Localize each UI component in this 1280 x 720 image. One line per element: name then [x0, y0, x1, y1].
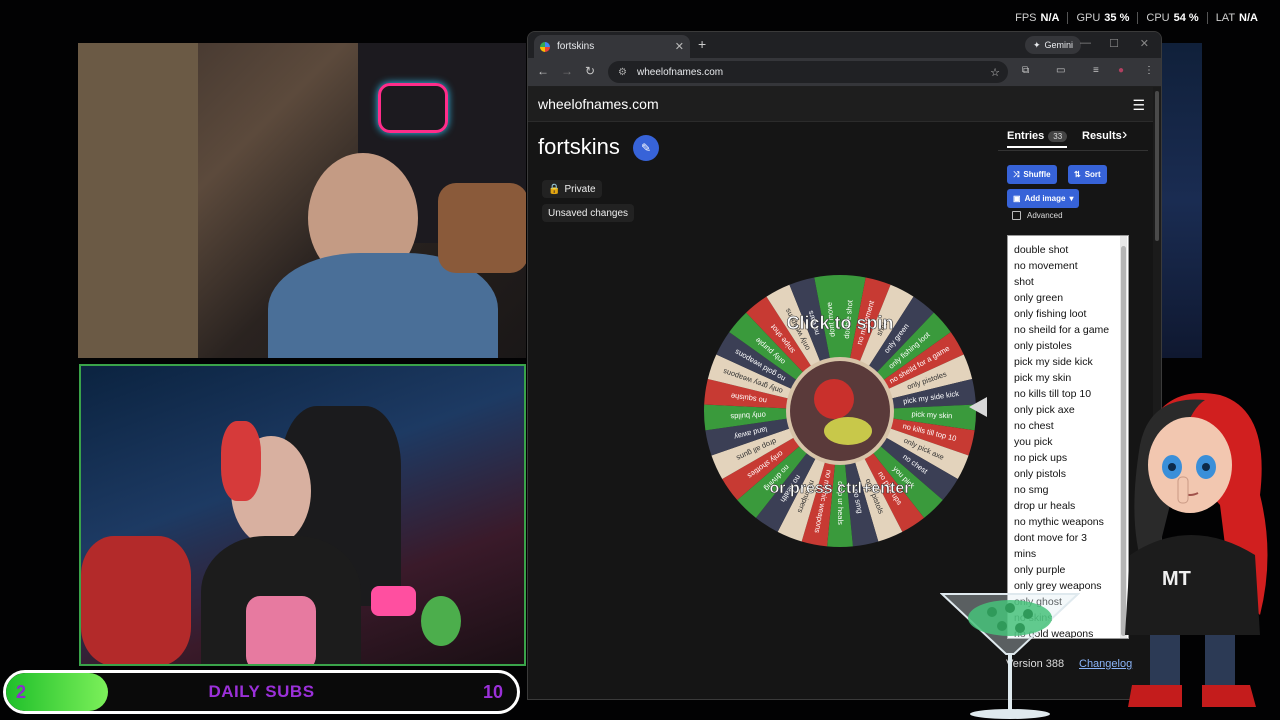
wheel-slice-label: pick my skin: [911, 409, 952, 420]
browser-tab[interactable]: fortskins ✕: [534, 35, 690, 58]
shuffle-icon: ⤨: [1013, 169, 1020, 179]
new-tab-icon[interactable]: +: [698, 36, 706, 52]
martini-glass-decoration: [940, 593, 1080, 719]
gemini-button[interactable]: ✦ Gemini: [1024, 36, 1081, 54]
sort-icon: ⇅: [1074, 170, 1081, 179]
add-image-button[interactable]: ▣ Add image ▾: [1007, 189, 1080, 208]
mascot-shirt-text: MT: [1162, 568, 1191, 590]
wheel-pointer-icon: [969, 397, 987, 417]
lock-icon: 🔒: [548, 183, 561, 195]
close-tab-icon[interactable]: ✕: [675, 40, 684, 53]
tab-results[interactable]: Results: [1082, 130, 1122, 142]
stat-fps: FPS N/A: [1015, 12, 1060, 24]
daily-subs-bar: 2 DAILY SUBS 10: [3, 670, 520, 714]
browser-toolbar: ← → ↻ ⚙ wheelofnames.com ☆ ⧉ ▭ ≡ ● ⋮: [528, 58, 1161, 86]
pencil-icon: ✎: [640, 141, 652, 155]
center-figure-detail: [824, 417, 872, 445]
unsaved-label: Unsaved changes: [548, 207, 629, 219]
subs-goal-count: 10: [482, 681, 503, 702]
wheel-title: fortskins: [538, 134, 620, 159]
advanced-checkbox[interactable]: [1012, 211, 1021, 220]
menu-dots-icon[interactable]: ⋮: [1144, 65, 1154, 76]
entry-item: double shot: [1014, 244, 1069, 256]
forward-icon[interactable]: →: [561, 64, 573, 78]
close-window-icon[interactable]: ✕: [1140, 37, 1149, 50]
gemini-label: Gemini: [1044, 40, 1073, 50]
entry-item: shot: [1014, 276, 1034, 288]
subs-label: DAILY SUBS: [208, 682, 315, 701]
tab-results-label: Results: [1082, 130, 1122, 142]
tab-entries-label: Entries: [1007, 130, 1045, 142]
entry-item: no movement: [1014, 260, 1078, 272]
entry-item: only pistoles: [1014, 340, 1072, 352]
sort-label: Sort: [1084, 170, 1101, 179]
webcam-bottom: [79, 364, 526, 666]
reading-list-icon[interactable]: ≡: [1093, 65, 1099, 76]
wheel-graphic[interactable]: double shot no movementshotonly greenonly…: [700, 271, 980, 551]
site-header: wheelofnames.com ☰: [528, 87, 1161, 122]
stream-canvas: FPS N/A GPU 35 % CPU 54 % LAT N/A 2 DAILY SU…: [0, 0, 1280, 720]
press-ctrl-enter-text: or press ctrl+enter: [770, 480, 911, 497]
entry-item: no sheild for a game: [1014, 324, 1110, 336]
maximize-icon[interactable]: ☐: [1109, 37, 1119, 50]
add-image-label: Add image: [1024, 194, 1066, 203]
stat-latency: LAT N/A: [1206, 12, 1266, 24]
tab-entries[interactable]: Entries 33: [1007, 130, 1068, 148]
tab-title: fortskins: [557, 41, 595, 52]
chevron-right-icon[interactable]: ›: [1122, 126, 1127, 144]
stat-cpu: CPU 54 %: [1137, 12, 1206, 24]
reload-icon[interactable]: ↻: [585, 64, 595, 78]
private-chip[interactable]: 🔒 Private: [542, 180, 602, 198]
private-label: Private: [564, 183, 596, 195]
bookmark-star-icon[interactable]: ☆: [990, 66, 1000, 79]
url-text: wheelofnames.com: [636, 66, 724, 78]
hamburger-menu-icon[interactable]: ☰: [1132, 97, 1145, 114]
panel-tabs: Entries 33 Results ›: [998, 126, 1148, 151]
advanced-toggle[interactable]: Advanced: [1012, 211, 1063, 220]
center-figure-hair: [814, 379, 854, 419]
advanced-label: Advanced: [1027, 211, 1063, 220]
extensions-icon[interactable]: ⧉: [1022, 65, 1029, 76]
click-to-spin-text: Click to spin: [786, 313, 893, 333]
chevron-down-icon: ▾: [1069, 194, 1074, 203]
cast-icon[interactable]: ▭: [1056, 65, 1065, 76]
entry-item: pick my skin: [1014, 372, 1072, 384]
back-icon[interactable]: ←: [537, 64, 549, 78]
stat-gpu: GPU 35 %: [1067, 12, 1137, 24]
address-bar[interactable]: ⚙ wheelofnames.com ☆: [608, 61, 1008, 83]
entry-item: only fishing loot: [1014, 308, 1087, 320]
entry-item: only green: [1014, 292, 1064, 304]
wheel-slice-label: only builds: [730, 411, 766, 422]
sparkle-icon: ✦: [1032, 39, 1041, 50]
site-favicon-icon: [540, 41, 550, 52]
tab-strip: fortskins ✕ + ✦ Gemini — ☐ ✕: [528, 32, 1161, 58]
background-panel: [1160, 43, 1202, 358]
minimize-icon[interactable]: —: [1080, 37, 1091, 49]
sort-button[interactable]: ⇅ Sort: [1068, 165, 1107, 184]
webcam-top: [78, 43, 526, 358]
spin-wheel[interactable]: double shot no movement shot only green only…: [700, 271, 980, 551]
shuffle-button[interactable]: ⤨ Shuffle: [1007, 165, 1057, 184]
site-brand[interactable]: wheelofnames.com: [538, 96, 659, 112]
entry-item: pick my side kick: [1014, 356, 1093, 368]
entries-count-badge: 33: [1048, 130, 1068, 142]
profile-avatar-icon[interactable]: ●: [1118, 65, 1124, 76]
shuffle-label: Shuffle: [1023, 170, 1051, 179]
performance-stats: FPS N/A GPU 35 % CPU 54 % LAT N/A: [1007, 12, 1266, 24]
image-icon: ▣: [1013, 194, 1021, 203]
streamer-mascot: MT: [1125, 393, 1268, 707]
edit-title-button[interactable]: ✎: [633, 135, 659, 161]
unsaved-changes-chip[interactable]: Unsaved changes: [542, 204, 635, 222]
site-info-icon[interactable]: ⚙: [618, 67, 627, 78]
